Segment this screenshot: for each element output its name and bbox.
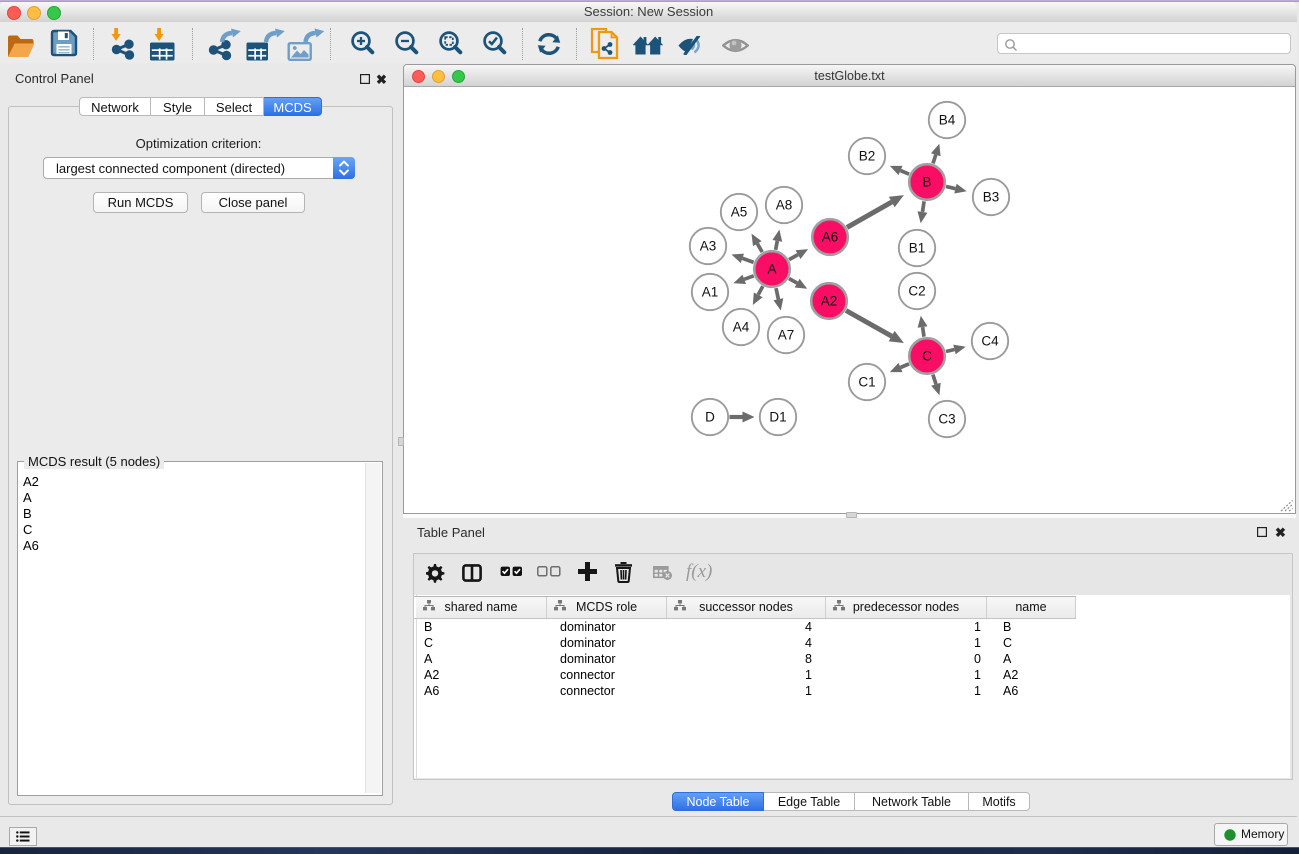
svg-text:D1: D1 — [769, 410, 786, 425]
svg-text:C2: C2 — [908, 284, 925, 299]
svg-text:C3: C3 — [938, 412, 955, 427]
svg-text:B1: B1 — [909, 241, 926, 256]
svg-text:C4: C4 — [981, 334, 999, 349]
svg-text:A8: A8 — [776, 198, 793, 213]
svg-text:A2: A2 — [821, 294, 838, 309]
svg-text:B: B — [922, 175, 931, 190]
svg-text:A5: A5 — [731, 205, 748, 220]
svg-text:D: D — [705, 410, 715, 425]
svg-text:B3: B3 — [983, 190, 1000, 205]
svg-text:A3: A3 — [700, 239, 717, 254]
svg-text:B4: B4 — [939, 113, 956, 128]
svg-text:B2: B2 — [859, 149, 876, 164]
svg-text:A1: A1 — [702, 285, 719, 300]
svg-text:A4: A4 — [733, 320, 750, 335]
svg-text:A7: A7 — [778, 328, 795, 343]
svg-text:A: A — [767, 262, 776, 277]
svg-text:A6: A6 — [822, 230, 839, 245]
svg-text:C1: C1 — [858, 375, 875, 390]
svg-text:C: C — [922, 349, 932, 364]
